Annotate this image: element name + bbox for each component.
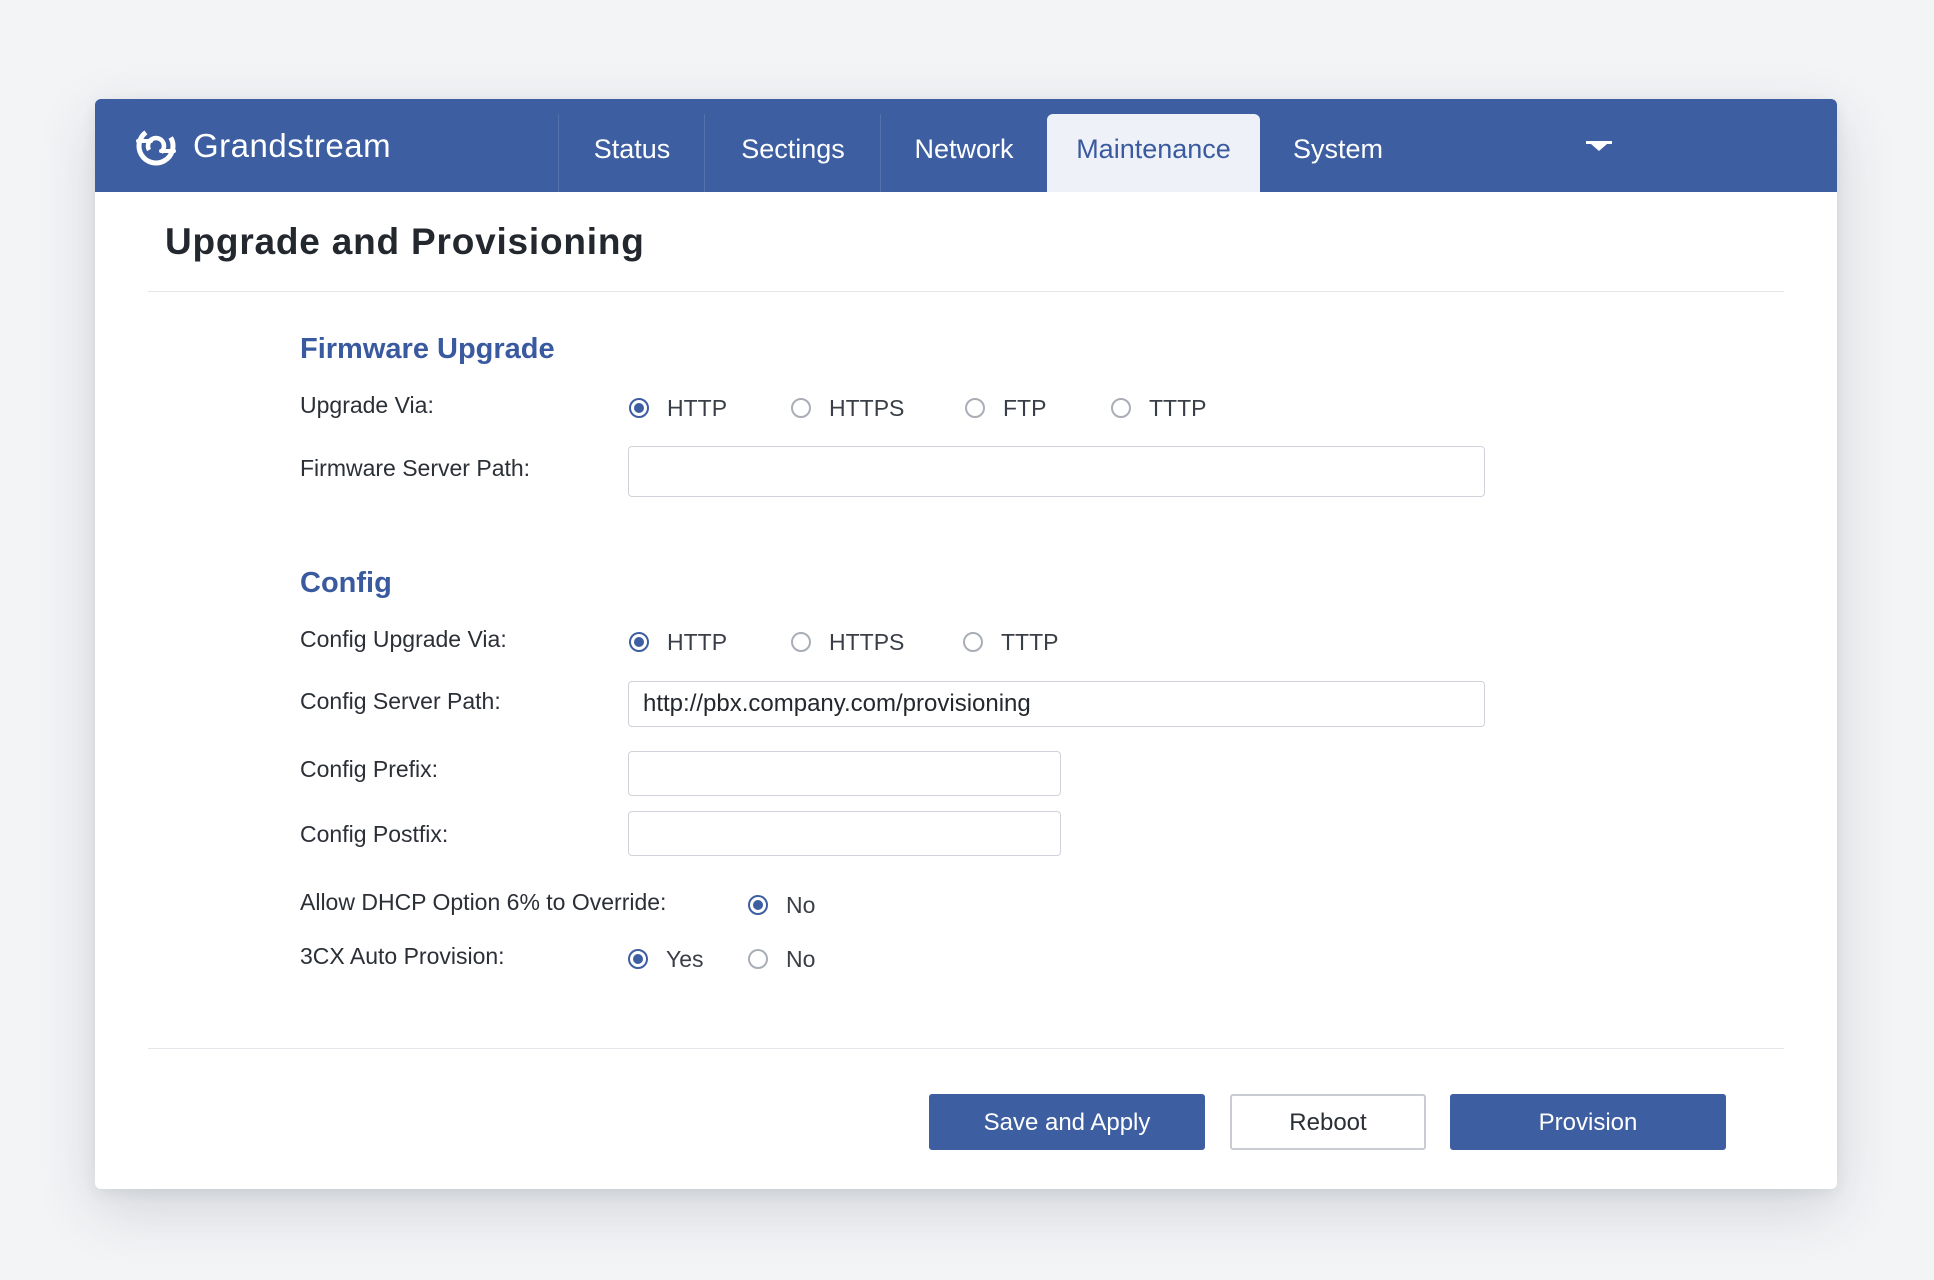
radio-label: HTTP — [667, 628, 728, 655]
radio-button[interactable] — [629, 632, 649, 652]
upgrade-via-http-option[interactable]: HTTP — [629, 392, 727, 424]
upgrade-via-https-option[interactable]: HTTPS — [791, 392, 904, 424]
config-postfix-input[interactable] — [628, 811, 1061, 856]
radio-button[interactable] — [791, 632, 811, 652]
provision-button[interactable]: Provision — [1450, 1094, 1726, 1150]
brand-name: Grandstream — [193, 127, 392, 164]
radio-label: FTP — [1003, 394, 1047, 421]
upgrade-via-radio-group: HTTP HTTPS FTP TTTP — [629, 392, 1229, 424]
dhcp-override-radio-group: No — [748, 889, 868, 921]
page-title: Upgrade and Provisioning — [165, 221, 645, 262]
radio-button[interactable] — [748, 949, 768, 969]
tab-network[interactable]: Network — [880, 114, 1047, 192]
upgrade-via-ftp-option[interactable]: FTP — [965, 392, 1046, 424]
config-section-title: Config — [300, 567, 392, 599]
auto-provision-no-option[interactable]: No — [748, 943, 815, 975]
upgrade-via-label: Upgrade Via: — [300, 392, 434, 418]
config-prefix-input[interactable] — [628, 751, 1061, 796]
reboot-button[interactable]: Reboot — [1230, 1094, 1426, 1150]
tab-maintenance[interactable]: Maintenance — [1047, 114, 1260, 192]
radio-button[interactable] — [1111, 398, 1131, 418]
radio-label: No — [786, 891, 816, 918]
firmware-section-title: Firmware Upgrade — [300, 333, 555, 365]
save-and-apply-button[interactable]: Save and Apply — [929, 1094, 1205, 1150]
radio-button[interactable] — [963, 632, 983, 652]
upgrade-via-tttp-option[interactable]: TTTP — [1111, 392, 1207, 424]
dhcp-override-label: Allow DHCP Option 6% to Override: — [300, 889, 667, 915]
radio-button[interactable] — [791, 398, 811, 418]
tab-settings[interactable]: Sectings — [704, 114, 881, 192]
radio-label: No — [786, 945, 816, 972]
brand[interactable]: Grandstream — [133, 124, 391, 168]
auto-provision-radio-group: Yes No — [628, 943, 888, 975]
grandstream-logo-icon — [136, 126, 176, 166]
config-upgrade-via-http-option[interactable]: HTTP — [629, 626, 727, 658]
nav-dropdown-button[interactable] — [1575, 127, 1623, 167]
radio-button[interactable] — [629, 398, 649, 418]
radio-label: TTTP — [1149, 394, 1207, 421]
firmware-server-path-input[interactable] — [628, 446, 1485, 497]
radio-label: HTTP — [667, 394, 728, 421]
tab-status[interactable]: Status — [558, 114, 705, 192]
title-divider — [148, 291, 1784, 292]
radio-label: TTTP — [1001, 628, 1059, 655]
config-prefix-label: Config Prefix: — [300, 756, 439, 782]
config-upgrade-via-https-option[interactable]: HTTPS — [791, 626, 904, 658]
radio-label: Yes — [666, 945, 704, 972]
dhcp-override-no-option[interactable]: No — [748, 889, 815, 921]
auto-provision-label: 3CX Auto Provision: — [300, 943, 505, 969]
config-upgrade-via-tttp-option[interactable]: TTTP — [963, 626, 1059, 658]
firmware-server-path-label: Firmware Server Path: — [300, 455, 531, 481]
caret-down-icon — [1586, 141, 1612, 151]
app-window: Grandstream Status Sectings Network Main… — [95, 99, 1837, 1189]
radio-label: HTTPS — [829, 628, 905, 655]
top-nav-bar: Grandstream Status Sectings Network Main… — [95, 99, 1837, 192]
radio-button[interactable] — [965, 398, 985, 418]
radio-label: HTTPS — [829, 394, 905, 421]
radio-button[interactable] — [748, 895, 768, 915]
tab-system[interactable]: System — [1260, 114, 1416, 192]
config-upgrade-via-radio-group: HTTP HTTPS TTTP — [629, 626, 1089, 658]
config-server-path-label: Config Server Path: — [300, 688, 501, 714]
auto-provision-yes-option[interactable]: Yes — [628, 943, 704, 975]
actions-divider — [148, 1048, 1784, 1049]
config-postfix-label: Config Postfix: — [300, 821, 449, 847]
config-server-path-input[interactable] — [628, 681, 1485, 727]
config-upgrade-via-label: Config Upgrade Via: — [300, 626, 507, 652]
radio-button[interactable] — [628, 949, 648, 969]
